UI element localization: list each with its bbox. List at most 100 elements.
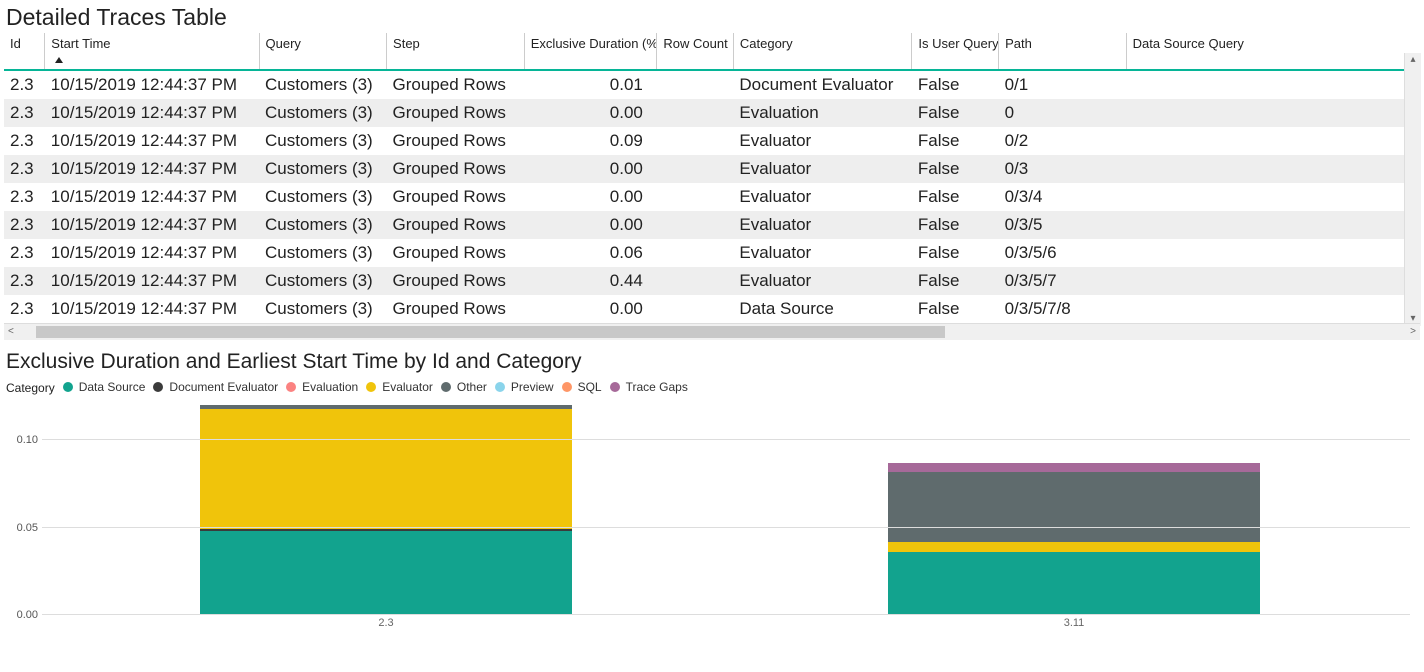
cell-start: 10/15/2019 12:44:37 PM: [45, 127, 259, 155]
sort-asc-icon: [55, 57, 63, 63]
column-header-start[interactable]: Start Time: [45, 33, 259, 70]
scroll-right-icon[interactable]: >: [1410, 325, 1416, 339]
bar-segment-evaluator[interactable]: [200, 409, 572, 530]
bar-3.11[interactable]: [888, 463, 1260, 615]
cell-rc: [657, 127, 734, 155]
legend-item[interactable]: SQL: [562, 380, 602, 394]
legend-item[interactable]: Data Source: [63, 380, 146, 394]
table-row[interactable]: 2.310/15/2019 12:44:37 PMCustomers (3)Gr…: [4, 99, 1420, 127]
cell-ed: 0.00: [524, 155, 657, 183]
cell-id: 2.3: [4, 70, 45, 99]
legend-label: Category: [6, 381, 55, 395]
cell-id: 2.3: [4, 99, 45, 127]
cell-step: Grouped Rows: [387, 70, 525, 99]
x-tick-label: 3.11: [1064, 617, 1085, 629]
gridline: [42, 614, 1410, 615]
cell-ed: 0.00: [524, 295, 657, 323]
y-tick-label: 0.10: [17, 434, 38, 446]
bar-segment-data-source[interactable]: [888, 552, 1260, 615]
column-header-label: Exclusive Duration (%): [531, 36, 657, 51]
cell-rc: [657, 267, 734, 295]
legend-item-label: Evaluator: [382, 380, 433, 394]
column-header-query[interactable]: Query: [259, 33, 387, 70]
legend-swatch-icon: [366, 382, 376, 392]
vertical-scrollbar[interactable]: ▴ ▾: [1404, 53, 1421, 326]
cell-id: 2.3: [4, 239, 45, 267]
cell-cat: Data Source: [733, 295, 912, 323]
cell-cat: Evaluator: [733, 239, 912, 267]
legend-item-label: Trace Gaps: [626, 380, 688, 394]
legend-swatch-icon: [562, 382, 572, 392]
scroll-left-icon[interactable]: <: [8, 325, 14, 339]
table-row[interactable]: 2.310/15/2019 12:44:37 PMCustomers (3)Gr…: [4, 70, 1420, 99]
cell-id: 2.3: [4, 267, 45, 295]
cell-step: Grouped Rows: [387, 267, 525, 295]
bar-segment-evaluator[interactable]: [888, 542, 1260, 553]
legend-swatch-icon: [286, 382, 296, 392]
column-header-cat[interactable]: Category: [733, 33, 912, 70]
cell-uq: False: [912, 267, 999, 295]
legend-item[interactable]: Other: [441, 380, 487, 394]
cell-path: 0/3/5: [999, 211, 1127, 239]
table-row[interactable]: 2.310/15/2019 12:44:37 PMCustomers (3)Gr…: [4, 155, 1420, 183]
column-header-rc[interactable]: Row Count: [657, 33, 734, 70]
legend-item-label: Other: [457, 380, 487, 394]
scrollbar-thumb[interactable]: [36, 326, 945, 338]
cell-dsq: [1126, 239, 1420, 267]
table-row[interactable]: 2.310/15/2019 12:44:37 PMCustomers (3)Gr…: [4, 127, 1420, 155]
chart-x-axis: 2.33.11: [42, 615, 1410, 635]
cell-id: 2.3: [4, 127, 45, 155]
legend-item[interactable]: Trace Gaps: [610, 380, 688, 394]
legend-swatch-icon: [441, 382, 451, 392]
traces-table[interactable]: Id Start Time Query Step Exclusive Duration …: [4, 33, 1420, 323]
cell-uq: False: [912, 239, 999, 267]
column-header-path[interactable]: Path: [999, 33, 1127, 70]
cell-rc: [657, 295, 734, 323]
table-row[interactable]: 2.310/15/2019 12:44:37 PMCustomers (3)Gr…: [4, 183, 1420, 211]
column-header-label: Data Source Query: [1133, 36, 1244, 51]
cell-rc: [657, 70, 734, 99]
scroll-up-icon[interactable]: ▴: [1410, 53, 1415, 67]
y-tick-label: 0.05: [17, 522, 38, 534]
gridline: [42, 439, 1410, 440]
cell-start: 10/15/2019 12:44:37 PM: [45, 99, 259, 127]
bar-2.3[interactable]: [200, 405, 572, 615]
table-row[interactable]: 2.310/15/2019 12:44:37 PMCustomers (3)Gr…: [4, 295, 1420, 323]
column-header-label: Id: [10, 36, 21, 51]
legend-item[interactable]: Evaluator: [366, 380, 433, 394]
cell-start: 10/15/2019 12:44:37 PM: [45, 295, 259, 323]
cell-step: Grouped Rows: [387, 239, 525, 267]
column-header-id[interactable]: Id: [4, 33, 45, 70]
chart-plot[interactable]: [42, 405, 1410, 615]
cell-dsq: [1126, 295, 1420, 323]
legend-swatch-icon: [153, 382, 163, 392]
cell-cat: Evaluator: [733, 211, 912, 239]
cell-uq: False: [912, 183, 999, 211]
cell-dsq: [1126, 155, 1420, 183]
cell-path: 0/1: [999, 70, 1127, 99]
bar-segment-trace-gaps[interactable]: [888, 463, 1260, 472]
table-row[interactable]: 2.310/15/2019 12:44:37 PMCustomers (3)Gr…: [4, 267, 1420, 295]
bar-segment-other[interactable]: [888, 472, 1260, 542]
table-row[interactable]: 2.310/15/2019 12:44:37 PMCustomers (3)Gr…: [4, 239, 1420, 267]
cell-id: 2.3: [4, 183, 45, 211]
cell-path: 0/3/4: [999, 183, 1127, 211]
legend-item[interactable]: Evaluation: [286, 380, 358, 394]
column-header-step[interactable]: Step: [387, 33, 525, 70]
horizontal-scrollbar[interactable]: < >: [4, 323, 1420, 340]
cell-rc: [657, 183, 734, 211]
column-header-label: Query: [266, 36, 301, 51]
cell-step: Grouped Rows: [387, 99, 525, 127]
legend-item[interactable]: Preview: [495, 380, 554, 394]
legend-item[interactable]: Document Evaluator: [153, 380, 278, 394]
cell-cat: Document Evaluator: [733, 70, 912, 99]
column-header-dsq[interactable]: Data Source Query: [1126, 33, 1420, 70]
table-row[interactable]: 2.310/15/2019 12:44:37 PMCustomers (3)Gr…: [4, 211, 1420, 239]
column-header-label: Step: [393, 36, 420, 51]
column-header-uq[interactable]: Is User Query: [912, 33, 999, 70]
cell-ed: 0.00: [524, 99, 657, 127]
legend-item-label: Preview: [511, 380, 554, 394]
cell-dsq: [1126, 267, 1420, 295]
bar-segment-data-source[interactable]: [200, 531, 572, 615]
column-header-ed[interactable]: Exclusive Duration (%): [524, 33, 657, 70]
